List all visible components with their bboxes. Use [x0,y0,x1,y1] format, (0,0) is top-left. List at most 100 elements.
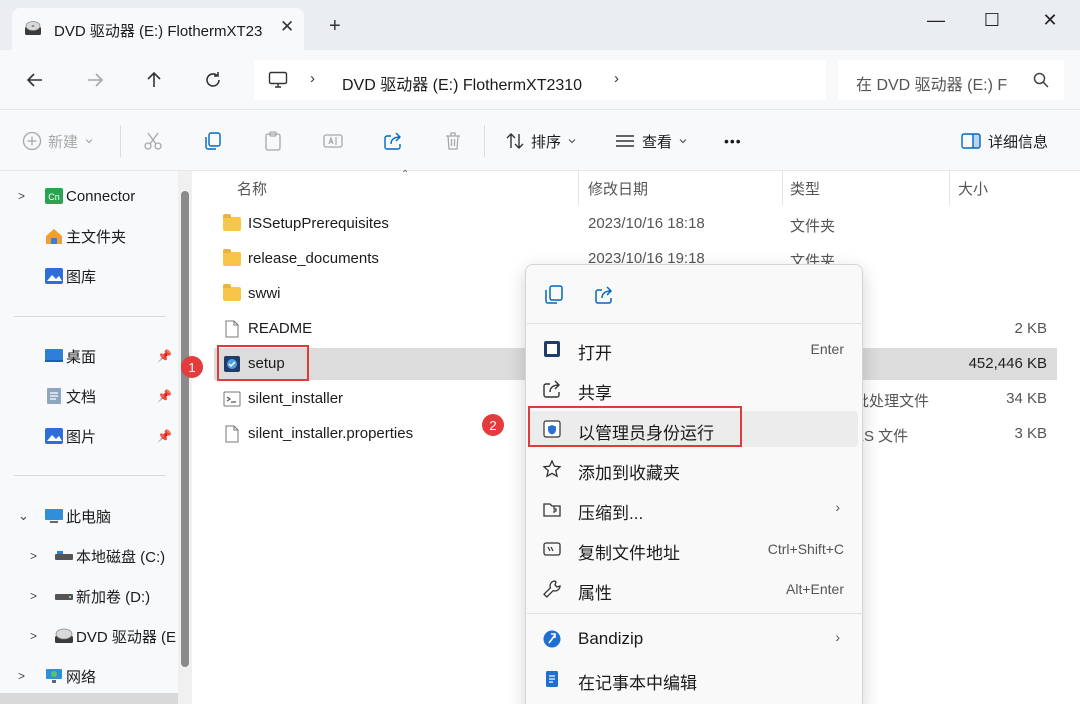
desktop-icon [45,349,63,362]
refresh-icon[interactable] [200,67,226,93]
new-button[interactable]: 新建 [22,128,94,154]
chevron-down-icon [568,139,576,144]
chevron-down-icon [85,139,93,144]
pin-icon[interactable]: 📌 [157,349,172,363]
file-name: ISSetupPrerequisites [248,215,389,232]
tab-title: DVD 驱动器 (E:) FlothermXT23 [54,23,263,40]
sidebar-item-connector[interactable]: > Cn Connector [0,181,178,211]
sidebar-item-home[interactable]: 主文件夹 [0,221,178,251]
text-file-icon [225,320,239,338]
details-pane-icon [961,133,981,149]
menu-item-properties[interactable]: 属性 Alt+Enter [530,571,858,607]
drive-icon [55,551,73,560]
sidebar-scrollbar-thumb[interactable] [181,191,189,667]
copy-button[interactable] [202,128,224,154]
chevron-down-icon[interactable]: ⌄ [18,508,29,524]
minimize-button[interactable]: — [916,6,956,34]
sort-label: 排序 [531,133,562,151]
notepad-icon [546,671,558,687]
share-button[interactable] [382,128,404,154]
sidebar-item-network[interactable]: > 网络 [0,661,178,691]
sidebar-item-drive-d[interactable]: > 新加卷 (D:) [0,581,178,611]
file-size: 34 KB [1006,390,1047,407]
search-icon [1033,72,1049,88]
tab-close-icon[interactable]: ✕ [280,17,294,37]
delete-button[interactable] [442,128,464,154]
view-button[interactable]: 查看 [614,128,688,154]
menu-item-compress[interactable]: 压缩到... › [530,491,858,527]
share-icon[interactable] [592,283,616,307]
column-header-type[interactable]: 类型 [790,178,820,199]
sidebar-item-desktop[interactable]: 桌面 📌 [0,341,178,371]
maximize-button[interactable]: ☐ [972,6,1012,34]
new-tab-icon[interactable]: + [329,16,341,36]
column-divider[interactable] [782,171,783,205]
sidebar-item-pictures[interactable]: 图片 📌 [0,421,178,451]
pin-icon[interactable]: 📌 [157,429,172,443]
menu-item-share[interactable]: 共享 [530,371,858,407]
chevron-right-icon[interactable]: > [30,629,37,643]
annotation-box-setup [217,345,309,381]
tab-dvd-drive[interactable]: DVD 驱动器 (E:) FlothermXT23 ✕ [12,8,304,50]
column-divider[interactable] [949,171,950,205]
pictures-icon [45,428,63,444]
column-divider[interactable] [578,171,579,205]
chevron-right-icon[interactable]: > [30,589,37,603]
search-input[interactable]: 在 DVD 驱动器 (E:) F [856,71,1012,95]
menu-item-copy-path[interactable]: 复制文件地址 Ctrl+Shift+C [530,531,858,567]
new-button-label: 新建 [48,133,79,151]
sidebar-divider [14,475,166,476]
file-size: 2 KB [1014,320,1047,337]
path-end-chevron-icon[interactable]: › [614,70,619,87]
column-header-size[interactable]: 大小 [958,178,988,199]
cut-button[interactable] [142,128,164,154]
connector-icon: Cn [45,188,63,204]
home-icon [46,229,62,244]
column-header-modified[interactable]: 修改日期 [588,178,648,199]
drive-icon [55,594,73,600]
file-type: 批处理文件 [854,393,930,410]
generic-file-icon [225,425,239,443]
chevron-right-icon[interactable]: > [30,549,37,563]
menu-item-edit-notepad[interactable]: 在记事本中编辑 [530,661,858,697]
sidebar-item-gallery[interactable]: 图库 [0,261,178,291]
menu-item-label: Bandizip [578,629,644,648]
menu-item-bandizip[interactable]: Bandizip › [530,621,858,657]
address-path[interactable]: DVD 驱动器 (E:) FlothermXT2310 [342,71,582,95]
sidebar-hscroll[interactable] [0,693,178,704]
up-arrow-icon[interactable] [141,67,167,93]
menu-divider [527,613,863,614]
forward-arrow-icon[interactable] [82,67,108,93]
path-chevron-icon[interactable]: › [310,70,315,87]
sidebar-item-drive-c[interactable]: > 本地磁盘 (C:) [0,541,178,571]
annotation-box-run-as-admin [528,406,742,447]
rename-button[interactable] [322,128,344,154]
more-options-button[interactable]: ••• [724,128,742,154]
back-arrow-icon[interactable] [22,67,48,93]
column-header-name[interactable]: 名称 [237,178,267,199]
sort-button[interactable]: 排序 [505,128,577,154]
sidebar-item-documents[interactable]: 文档 📌 [0,381,178,411]
sidebar-item-dvd-drive[interactable]: > DVD 驱动器 (E [0,621,178,651]
file-row[interactable]: ISSetupPrerequisites 2023/10/16 18:18 文件… [214,208,1057,240]
share-icon [384,132,401,150]
copy-icon[interactable] [542,283,566,307]
search-box[interactable]: 在 DVD 驱动器 (E:) F [838,60,1064,100]
menu-item-open[interactable]: 打开 Enter [530,331,858,367]
view-label: 查看 [642,133,673,151]
tab-bar: DVD 驱动器 (E:) FlothermXT23 ✕ + — ☐ ✕ [0,0,1080,50]
star-icon [542,459,562,478]
paste-button[interactable] [262,128,284,154]
details-pane-button[interactable]: 详细信息 [960,128,1048,154]
sidebar-item-this-pc[interactable]: ⌄ 此电脑 [0,501,178,531]
menu-divider [527,323,863,324]
pin-icon[interactable]: 📌 [157,389,172,403]
chevron-right-icon[interactable]: > [18,669,25,683]
sidebar-item-label: 桌面 [66,348,97,366]
file-name: release_documents [248,250,379,267]
file-modified: 2023/10/16 18:18 [588,215,705,232]
close-window-button[interactable]: ✕ [1030,6,1070,34]
chevron-right-icon[interactable]: > [18,189,25,203]
menu-item-add-favorites[interactable]: 添加到收藏夹 [530,451,858,487]
address-field[interactable]: › DVD 驱动器 (E:) FlothermXT2310 › [254,60,826,100]
